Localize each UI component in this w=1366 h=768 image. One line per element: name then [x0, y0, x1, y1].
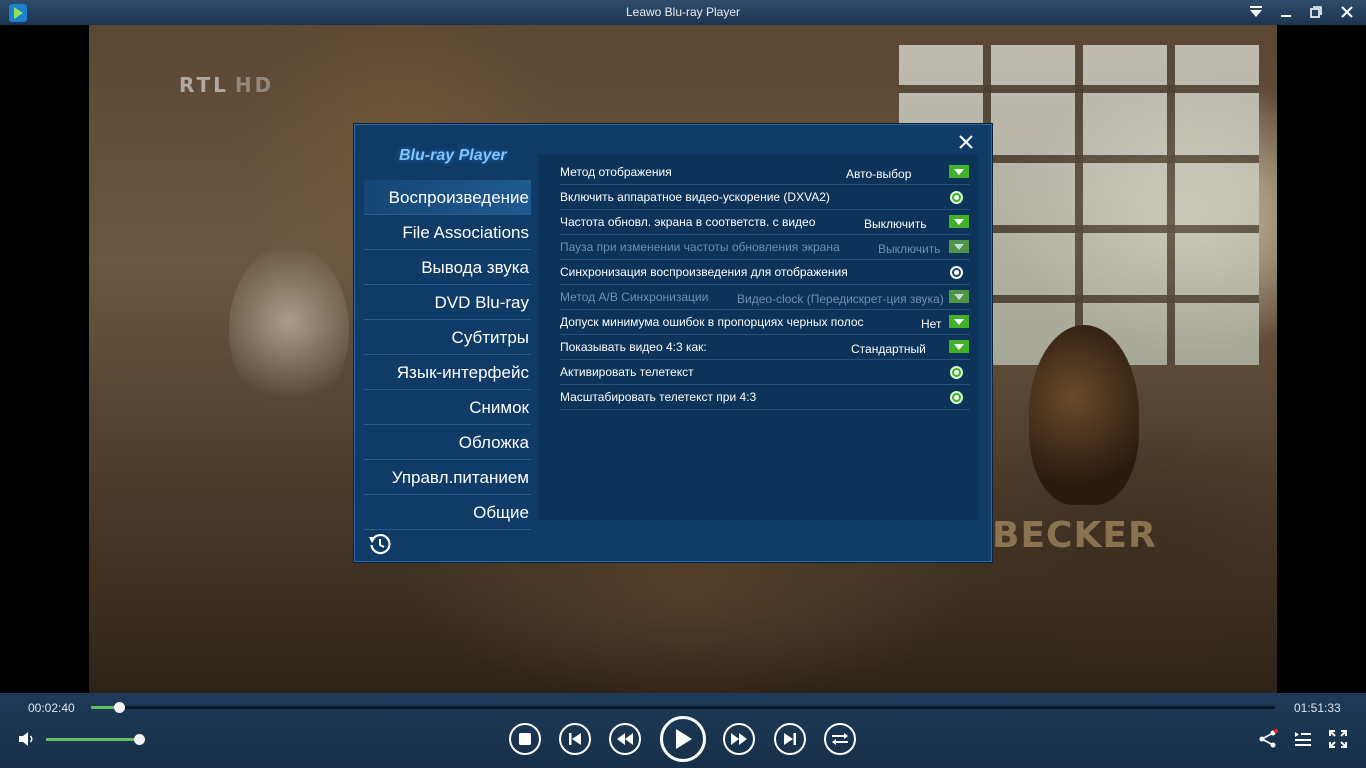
- title-bar: Leawo Blu-ray Player: [0, 0, 1366, 25]
- seek-bar[interactable]: [91, 702, 1275, 713]
- skip-previous-icon: [569, 733, 581, 745]
- menu-dropdown-button[interactable]: [1243, 2, 1269, 22]
- total-duration: 01:51:33: [1294, 701, 1341, 715]
- setting-teletext-scale: Масштабировать телетекст при 4:3: [560, 385, 970, 410]
- chevron-down-icon: [954, 168, 964, 175]
- next-button[interactable]: [774, 723, 806, 755]
- setting-value: Выключить: [864, 217, 927, 231]
- setting-show-4-3-as: Показывать видео 4:3 как: Стандартный: [560, 335, 970, 360]
- setting-value: Стандартный: [851, 342, 926, 356]
- fast-forward-icon: [731, 733, 747, 745]
- fast-forward-button[interactable]: [723, 723, 755, 755]
- playback-mode-button[interactable]: [824, 723, 856, 755]
- setting-pause-on-refresh-change: Пауза при изменении частоты обновления э…: [560, 235, 970, 260]
- control-bar: 00:02:40 01:51:33: [0, 693, 1366, 768]
- minimize-button[interactable]: [1273, 2, 1299, 22]
- settings-nav: Воспроизведение File Associations Вывода…: [364, 180, 531, 530]
- dropdown-button: [949, 290, 969, 303]
- minimize-icon: [1281, 15, 1291, 17]
- video-watermark: BECKER: [992, 515, 1157, 556]
- rewind-button[interactable]: [609, 723, 641, 755]
- previous-button[interactable]: [559, 723, 591, 755]
- setting-black-bar-tolerance: Допуск минимума ошибок в пропорциях черн…: [560, 310, 970, 335]
- nav-item-general[interactable]: Общие: [364, 495, 531, 530]
- setting-sync-to-display: Синхронизация воспроизведения для отобра…: [560, 260, 970, 285]
- share-button[interactable]: [1258, 729, 1278, 749]
- close-dialog-button[interactable]: [955, 131, 977, 153]
- toggle-switch[interactable]: [950, 191, 963, 204]
- history-icon: [369, 533, 391, 555]
- volume-slider-fill: [46, 738, 139, 741]
- scene-lightbulb: [229, 245, 349, 415]
- setting-value: Нет: [921, 317, 942, 331]
- chevron-down-icon: [954, 343, 964, 350]
- nav-item-snapshot[interactable]: Снимок: [364, 390, 531, 425]
- toggle-switch[interactable]: [950, 391, 963, 404]
- dropdown-button[interactable]: [949, 315, 969, 328]
- chevron-down-icon: [954, 243, 964, 250]
- setting-hw-acceleration: Включить аппаратное видео-ускорение (DXV…: [560, 185, 970, 210]
- leawo-player-window: Leawo Blu-ray Player RTL HD BECKER Blu-ra…: [0, 0, 1366, 768]
- dialog-brand: Blu-ray Player: [399, 147, 507, 164]
- maximize-icon: [1310, 6, 1322, 18]
- nav-item-skin[interactable]: Обложка: [364, 425, 531, 460]
- close-window-button[interactable]: [1334, 2, 1360, 22]
- close-icon: [1341, 6, 1353, 18]
- chevron-down-icon: [954, 293, 964, 300]
- setting-value: Выключить: [878, 242, 941, 256]
- window-title: Leawo Blu-ray Player: [625, 5, 741, 19]
- play-icon: [676, 729, 692, 749]
- setting-value: Видео-clock (Передискрет-ция звука): [737, 292, 944, 306]
- dropdown-button: [949, 240, 969, 253]
- maximize-button[interactable]: [1303, 2, 1329, 22]
- nav-item-playback[interactable]: Воспроизведение: [364, 180, 531, 215]
- chevron-down-icon: [954, 318, 964, 325]
- dropdown-button[interactable]: [949, 340, 969, 353]
- share-icon: [1259, 729, 1278, 748]
- fullscreen-button[interactable]: [1328, 729, 1348, 749]
- nav-item-dvd-bluray[interactable]: DVD Blu-ray: [364, 285, 531, 320]
- stop-icon: [519, 733, 531, 745]
- skip-next-icon: [784, 733, 796, 745]
- playlist-button[interactable]: [1293, 729, 1313, 749]
- volume-slider[interactable]: [46, 734, 145, 745]
- nav-item-audio-output[interactable]: Вывода звука: [364, 250, 531, 285]
- chevron-down-icon: [954, 218, 964, 225]
- setting-value: Авто-выбор: [846, 167, 912, 181]
- play-button[interactable]: [660, 716, 706, 762]
- dropdown-button[interactable]: [949, 165, 969, 178]
- playlist-icon: [1295, 732, 1311, 746]
- volume-icon[interactable]: [18, 731, 36, 747]
- rewind-icon: [617, 733, 633, 745]
- setting-av-sync-method: Метод A/B Синхронизации Видео-clock (Пер…: [560, 285, 970, 310]
- nav-item-file-associations[interactable]: File Associations: [364, 215, 531, 250]
- chevron-down-icon: [1250, 6, 1262, 17]
- setting-display-method: Метод отображения Авто-выбор: [560, 160, 970, 185]
- channel-logo: RTL HD: [179, 73, 275, 97]
- settings-panel: Метод отображения Авто-выбор Включить ап…: [538, 154, 978, 520]
- nav-item-subtitles[interactable]: Субтитры: [364, 320, 531, 355]
- settings-dialog: Blu-ray Player Воспроизведение File Asso…: [354, 124, 992, 562]
- setting-refresh-rate-match: Частота обновл. экрана в соответств. с в…: [560, 210, 970, 235]
- toggle-switch[interactable]: [950, 266, 963, 279]
- stop-button[interactable]: [509, 723, 541, 755]
- reset-defaults-button[interactable]: [367, 531, 393, 557]
- toggle-switch[interactable]: [950, 366, 963, 379]
- close-icon: [959, 135, 973, 149]
- dropdown-button[interactable]: [949, 215, 969, 228]
- setting-teletext: Активировать телетекст: [560, 360, 970, 385]
- seek-bar-handle[interactable]: [114, 702, 126, 713]
- volume-slider-handle[interactable]: [134, 734, 145, 745]
- elapsed-time: 00:02:40: [28, 701, 75, 715]
- nav-item-language[interactable]: Язык-интерфейс: [364, 355, 531, 390]
- fullscreen-icon: [1329, 730, 1347, 748]
- scene-oil-lamp: [1029, 325, 1139, 505]
- nav-item-power-management[interactable]: Управл.питанием: [364, 460, 531, 495]
- repeat-icon: [832, 733, 848, 745]
